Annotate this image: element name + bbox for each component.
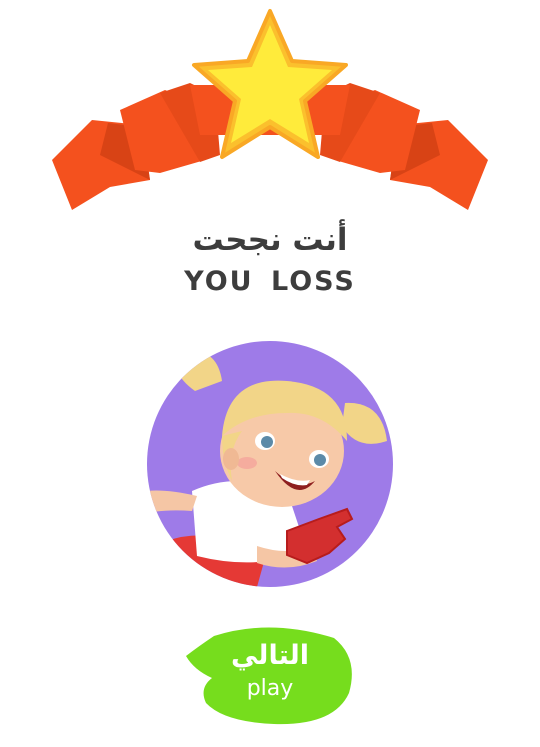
result-title-arabic: أنت نجحت: [192, 222, 348, 258]
next-play-button[interactable]: التالي play: [184, 618, 356, 728]
play-button-blob: [186, 627, 352, 725]
play-label-english: play: [246, 676, 294, 701]
result-title-english: YOU LOSS: [184, 266, 356, 297]
play-label-arabic: التالي: [230, 640, 309, 671]
star-ribbon-icon: [52, 9, 488, 210]
girl-character-avatar: [147, 341, 393, 587]
